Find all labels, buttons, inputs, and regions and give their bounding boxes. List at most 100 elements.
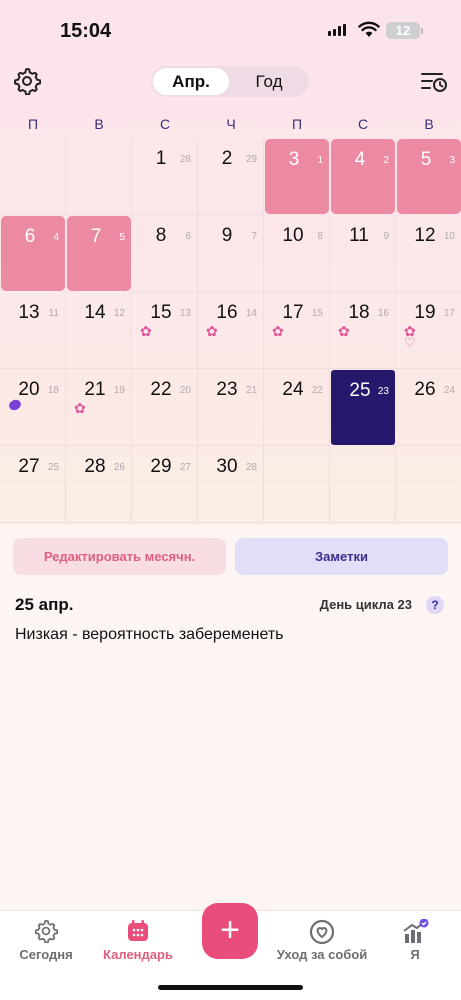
day-cell[interactable]: 1 28	[132, 138, 198, 215]
view-switcher: Апр. Год	[151, 66, 309, 97]
weekday-label: Ч	[226, 116, 236, 132]
heart-circle-icon	[309, 919, 335, 945]
day-number: 5	[420, 149, 432, 170]
cycle-day-number: 3	[449, 155, 455, 166]
day-cell[interactable]: 21 19 ✿	[66, 369, 132, 446]
home-indicator	[158, 985, 303, 990]
cycle-day-number: 8	[317, 231, 323, 242]
cycle-day-number: 13	[179, 308, 191, 319]
cycle-day-label: День цикла 23	[319, 597, 412, 612]
cycle-day-number: 9	[383, 231, 389, 242]
day-cell[interactable]: 10 8	[264, 215, 330, 292]
day-cell[interactable]: 26 24	[396, 369, 461, 446]
edit-period-button[interactable]: Редактировать месячн.	[13, 538, 226, 575]
add-button[interactable]: +	[202, 903, 258, 959]
weekday-label: В	[424, 116, 434, 132]
cycle-day-number: 12	[113, 308, 125, 319]
cycle-day-number: 22	[311, 385, 323, 396]
day-cell[interactable]: 27 25	[0, 446, 66, 523]
status-time: 15:04	[60, 20, 112, 42]
weekday-label: П	[27, 116, 39, 132]
signal-icon	[328, 24, 346, 36]
empty-day-cell	[396, 446, 461, 523]
day-cell[interactable]: 31	[265, 139, 329, 214]
weekday-label: С	[159, 116, 171, 132]
weekday-label: С	[357, 116, 369, 132]
selected-date: 25 апр.	[15, 595, 74, 614]
cycle-day-number: 24	[443, 385, 455, 396]
day-cell[interactable]: 64	[1, 216, 65, 291]
cycle-day-number: 25	[47, 462, 59, 473]
cycle-day-number: 19	[113, 385, 125, 396]
cycle-day-number: 10	[443, 231, 455, 242]
day-cell[interactable]: 53	[397, 139, 461, 214]
tab-label: Календарь	[103, 947, 173, 962]
day-cell[interactable]: 97	[198, 215, 264, 292]
cycle-day-number: 1	[317, 155, 323, 166]
gear-icon[interactable]	[13, 67, 41, 95]
empty-day-cell	[66, 138, 132, 215]
cycle-day-number: 26	[113, 462, 125, 473]
day-cell[interactable]: 20 18	[0, 369, 66, 446]
day-number: 8	[155, 225, 167, 246]
tab-year[interactable]: Год	[231, 68, 307, 95]
day-cell[interactable]: 16 14 ✿	[198, 292, 264, 369]
tab-me[interactable]: Я	[369, 911, 461, 1000]
day-number: 9	[221, 225, 233, 246]
cycle-day-number: 23	[377, 386, 389, 397]
help-icon[interactable]: ?	[426, 596, 444, 614]
notes-button[interactable]: Заметки	[235, 538, 448, 575]
day-number: 10	[282, 225, 304, 246]
day-cell[interactable]: 24 22	[264, 369, 330, 446]
cycle-day-number: 29	[245, 154, 257, 165]
battery-nub	[421, 28, 423, 34]
day-cell[interactable]: 75	[67, 216, 131, 291]
cycle-day-number: 21	[245, 385, 257, 396]
fertile-flower-icon: ✿	[272, 323, 284, 339]
day-cell[interactable]: 15 13 ✿	[132, 292, 198, 369]
empty-day-cell	[330, 446, 396, 523]
day-cell[interactable]: 12 10	[396, 215, 461, 292]
tab-today[interactable]: Сегодня	[0, 911, 92, 1000]
fertile-flower-icon: ✿	[338, 323, 350, 339]
day-cell[interactable]: 2 29	[198, 138, 264, 215]
tab-label: Я	[410, 947, 420, 962]
calendar-icon	[128, 920, 148, 941]
empty-day-cell	[0, 138, 66, 215]
fertile-flower-icon: ✿	[140, 323, 152, 339]
wifi-icon	[358, 21, 380, 37]
day-cell[interactable]: 18 16 ✿	[330, 292, 396, 369]
fertile-flower-icon: ✿	[74, 400, 86, 416]
cycle-day-number: 14	[245, 308, 257, 319]
day-cell[interactable]: 13 11	[0, 292, 66, 369]
day-number: 6	[24, 226, 36, 247]
cycle-day-number: 5	[119, 232, 125, 243]
day-cell[interactable]: 14 12	[66, 292, 132, 369]
calendar-grid: 1 28 2 29 3 1 4 2 5 3 6 4 7 5 8 6 9 7 10 8 11 9 12 10 13 11 14 12 15…	[0, 138, 461, 525]
day-cell[interactable]: 11 9	[330, 215, 396, 292]
day-cell[interactable]: 29 27	[132, 446, 198, 523]
day-cell[interactable]: 19 17 ✿ ♡	[396, 292, 461, 369]
cycle-day-number: 20	[179, 385, 191, 396]
day-cell[interactable]: 17 15 ✿	[264, 292, 330, 369]
day-cell-selected[interactable]: 25 23	[331, 370, 395, 445]
cycle-day-number: 28	[245, 462, 257, 473]
pregnancy-probability: Низкая - вероятность забеременеть	[15, 626, 284, 643]
day-cell[interactable]: 23 21	[198, 369, 264, 446]
history-list-icon[interactable]	[420, 70, 448, 94]
day-cell[interactable]: 30 28	[198, 446, 264, 523]
day-cell[interactable]: 86	[132, 215, 198, 292]
chart-icon	[403, 919, 429, 943]
day-cell[interactable]: 28 26	[66, 446, 132, 523]
tab-month[interactable]: Апр.	[153, 68, 229, 95]
day-number: 4	[354, 149, 366, 170]
gear-icon	[34, 919, 58, 943]
cycle-day-number: 27	[179, 462, 191, 473]
cycle-day-number: 2	[383, 155, 389, 166]
cycle-day-number: 7	[251, 231, 257, 242]
day-cell[interactable]: 42	[331, 139, 395, 214]
heart-icon: ♡	[404, 335, 416, 350]
empty-day-cell	[264, 446, 330, 523]
day-cell[interactable]: 22 20	[132, 369, 198, 446]
weekday-label: В	[94, 116, 104, 132]
